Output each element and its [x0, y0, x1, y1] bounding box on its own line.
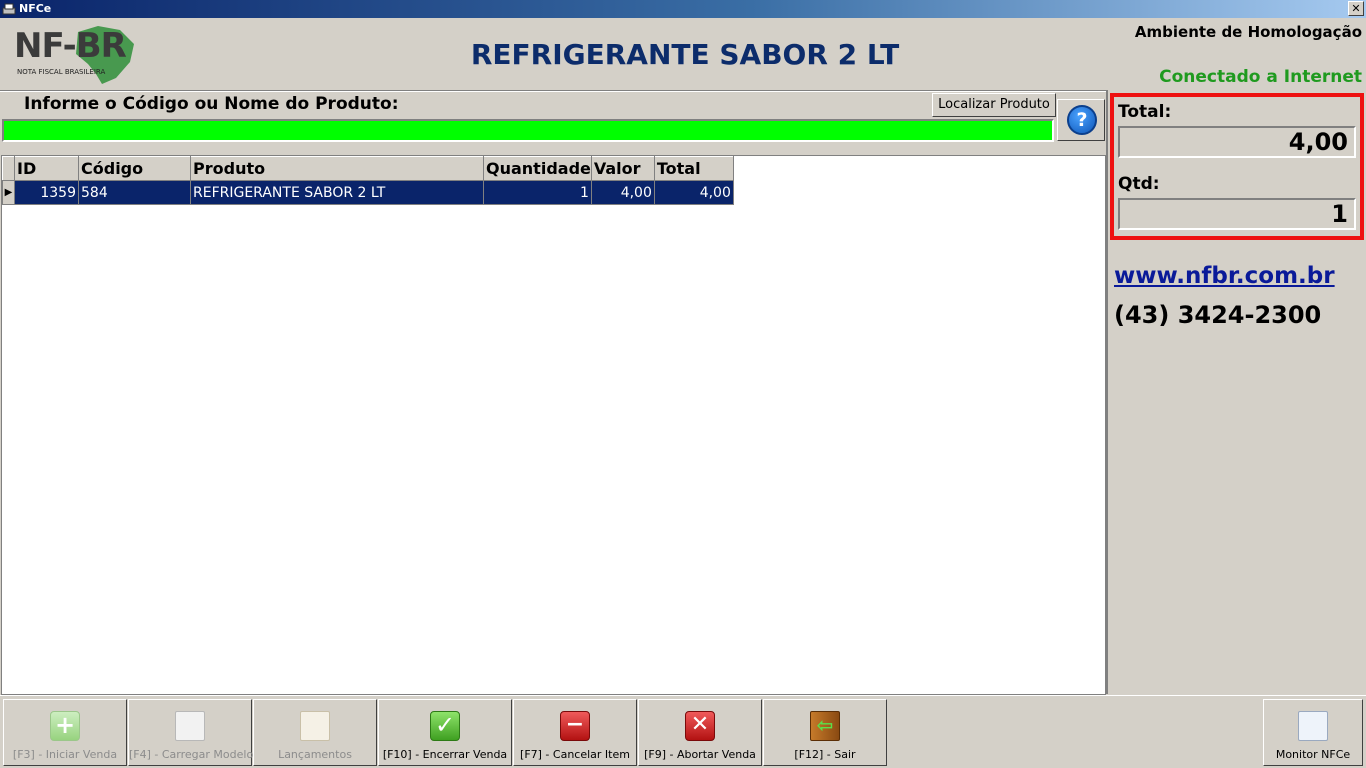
minus-icon: − [560, 711, 590, 741]
summary-panel: Total: 4,00 Qtd: 1 www.nfbr.com.br (43) … [1106, 90, 1366, 694]
button-label: [F12] - Sair [794, 748, 856, 761]
cell-quantidade: 1 [483, 180, 592, 205]
encerrar-venda-button[interactable]: ✓ [F10] - Encerrar Venda [378, 699, 512, 766]
button-label: [F7] - Cancelar Item [520, 748, 630, 761]
help-button[interactable]: ? [1057, 99, 1105, 141]
table-row[interactable]: ▶ 1359 584 REFRIGERANTE SABOR 2 LT 1 4,0… [2, 180, 734, 205]
cell-valor: 4,00 [590, 180, 655, 205]
search-label: Informe o Código ou Nome do Produto: [24, 94, 399, 114]
column-header-codigo[interactable]: Código [78, 156, 191, 181]
x-icon: ✕ [685, 711, 715, 741]
monitor-nfce-button[interactable]: Monitor NFCe [1263, 699, 1363, 766]
column-header-valor[interactable]: Valor [590, 156, 655, 181]
header-divider [0, 90, 1106, 92]
logo-text: NF-BR [14, 26, 127, 66]
button-label: Lançamentos [278, 748, 352, 761]
total-value: 4,00 [1118, 126, 1356, 158]
totals-box: Total: 4,00 Qtd: 1 [1110, 93, 1364, 240]
button-label: [F4] - Carregar Modelo [129, 748, 254, 761]
cell-id: 1359 [14, 180, 79, 205]
cell-codigo: 584 [78, 180, 191, 205]
plus-icon: + [50, 711, 80, 741]
connection-status: Conectado a Internet [1159, 67, 1362, 87]
search-document-icon [175, 711, 205, 741]
button-label: [F10] - Encerrar Venda [382, 748, 508, 761]
button-label: [F9] - Abortar Venda [644, 748, 756, 761]
sair-button[interactable]: ⇦ [F12] - Sair [763, 699, 887, 766]
current-product-title: REFRIGERANTE SABOR 2 LT [470, 38, 900, 71]
abortar-venda-button[interactable]: ✕ [F9] - Abortar Venda [638, 699, 762, 766]
window-title: NFCe [19, 2, 52, 15]
button-label: Monitor NFCe [1275, 748, 1351, 761]
cell-total: 4,00 [653, 180, 734, 205]
website-link[interactable]: www.nfbr.com.br [1114, 263, 1335, 289]
nfbr-logo: NF-BR NOTA FISCAL BRASILEIRA [14, 26, 138, 86]
qtd-label: Qtd: [1118, 174, 1160, 194]
row-indicator-icon: ▶ [2, 180, 15, 205]
window-titlebar: NFCe ✕ [0, 0, 1366, 18]
logo-subtext: NOTA FISCAL BRASILEIRA [17, 68, 106, 76]
column-header-id[interactable]: ID [14, 156, 79, 181]
printer-icon [2, 3, 16, 15]
iniciar-venda-button[interactable]: + [F3] - Iniciar Venda [3, 699, 127, 766]
exit-door-icon: ⇦ [810, 711, 840, 741]
close-button[interactable]: ✕ [1348, 1, 1364, 16]
header: NF-BR NOTA FISCAL BRASILEIRA REFRIGERANT… [0, 18, 1366, 90]
table-header-row: ID Código Produto Quantidade Valor Total [2, 156, 734, 181]
locate-product-button[interactable]: Localizar Produto [932, 93, 1056, 117]
column-header-total[interactable]: Total [653, 156, 734, 181]
total-label: Total: [1118, 102, 1172, 122]
items-grid[interactable]: ID Código Produto Quantidade Valor Total… [1, 155, 1106, 695]
phone-number: (43) 3424-2300 [1114, 301, 1322, 329]
items-table: ID Código Produto Quantidade Valor Total… [2, 156, 734, 205]
lancamentos-button[interactable]: Lançamentos [253, 699, 377, 766]
monitor-icon [1298, 711, 1328, 741]
column-header-quantidade[interactable]: Quantidade [483, 156, 592, 181]
carregar-modelo-button[interactable]: [F4] - Carregar Modelo [128, 699, 254, 766]
product-search-input[interactable] [2, 119, 1054, 142]
bottom-toolbar: + [F3] - Iniciar Venda [F4] - Carregar M… [0, 695, 1366, 768]
help-icon: ? [1067, 105, 1097, 135]
ledger-icon [300, 711, 330, 741]
cancelar-item-button[interactable]: − [F7] - Cancelar Item [513, 699, 637, 766]
qtd-value: 1 [1118, 198, 1356, 230]
row-indicator-header [2, 156, 15, 181]
button-label: [F3] - Iniciar Venda [12, 748, 118, 761]
environment-label: Ambiente de Homologação [1134, 23, 1362, 41]
cell-produto: REFRIGERANTE SABOR 2 LT [190, 180, 484, 205]
checkmark-icon: ✓ [430, 711, 460, 741]
column-header-produto[interactable]: Produto [190, 156, 484, 181]
